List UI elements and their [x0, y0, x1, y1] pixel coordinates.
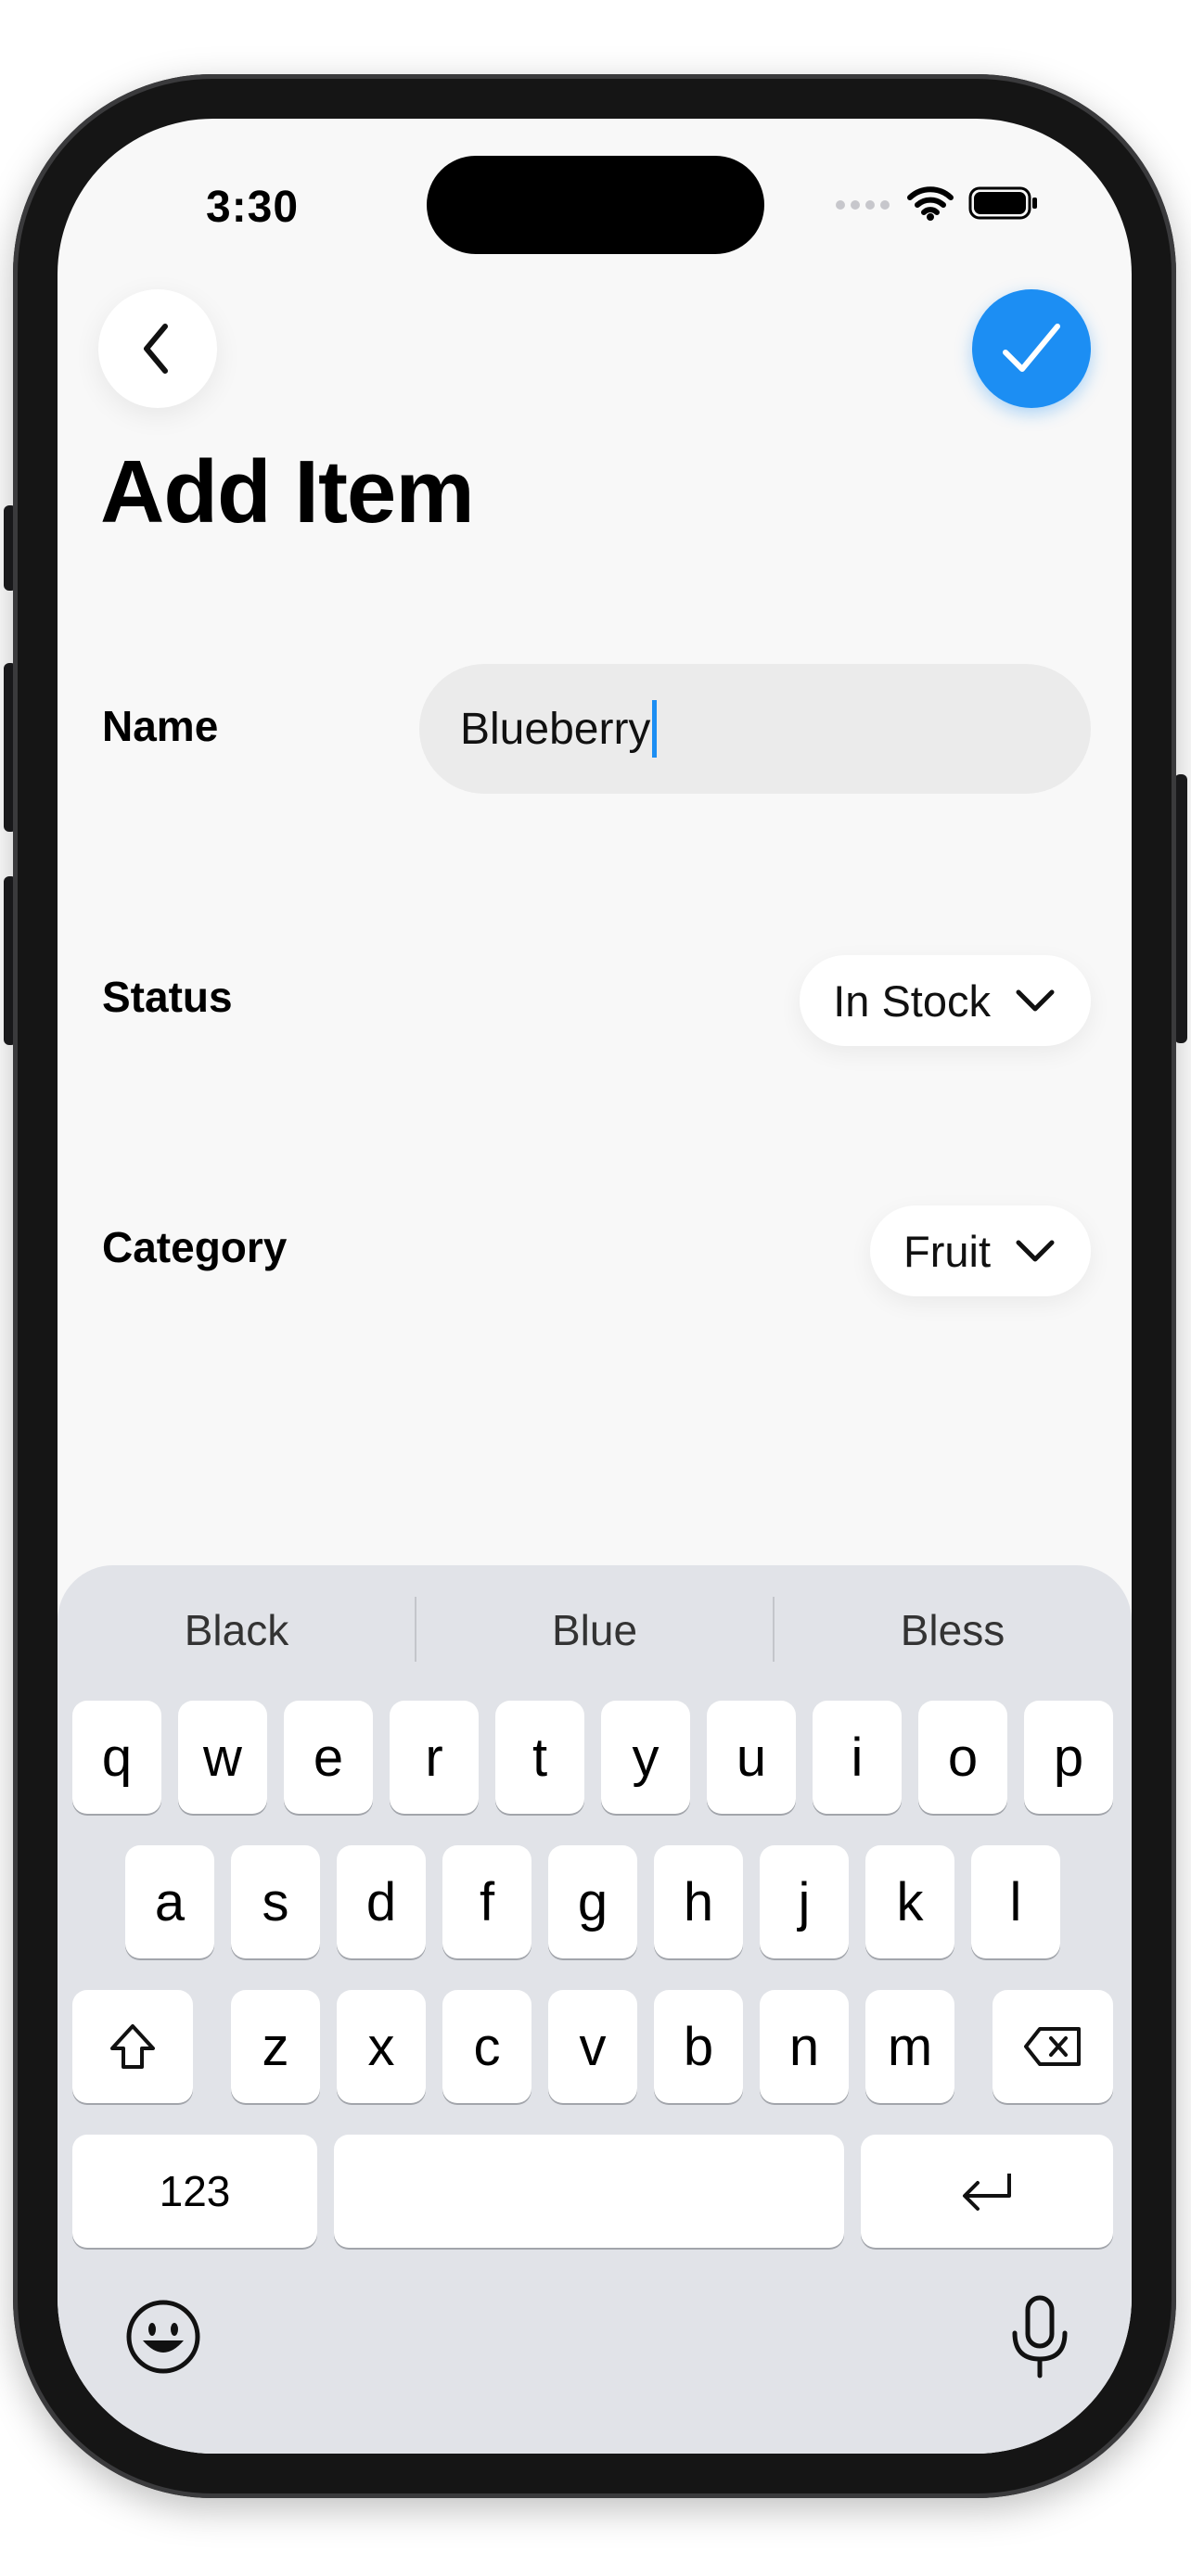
key[interactable]: x: [337, 1990, 426, 2103]
status-time: 3:30: [206, 183, 300, 232]
status-label: Status: [102, 973, 233, 1021]
keyboard: Black Blue Bless q w e r t y u i o p a s…: [58, 1565, 1132, 2454]
delete-key[interactable]: [992, 1990, 1113, 2103]
name-input-value: Blueberry: [460, 704, 651, 754]
key[interactable]: j: [760, 1845, 849, 1958]
chevron-down-icon: [1016, 989, 1055, 1012]
emoji-button[interactable]: [124, 2298, 202, 2376]
key[interactable]: y: [601, 1701, 690, 1814]
category-picker[interactable]: Fruit: [870, 1205, 1091, 1296]
numbers-key[interactable]: 123: [72, 2135, 317, 2248]
key[interactable]: b: [654, 1990, 743, 2103]
key[interactable]: d: [337, 1845, 426, 1958]
return-icon: [963, 2174, 1011, 2211]
key[interactable]: f: [442, 1845, 531, 1958]
name-input[interactable]: Blueberry: [419, 664, 1091, 794]
suggestion-item[interactable]: Bless: [774, 1565, 1132, 1695]
key[interactable]: t: [495, 1701, 584, 1814]
key[interactable]: e: [284, 1701, 373, 1814]
dynamic-island: [427, 156, 764, 254]
screen: 3:30 Add Item Name Blueberry Status In S…: [58, 119, 1132, 2454]
dictation-button[interactable]: [1007, 2294, 1072, 2379]
key[interactable]: o: [918, 1701, 1007, 1814]
key[interactable]: g: [548, 1845, 637, 1958]
suggestion-bar: Black Blue Bless: [58, 1565, 1132, 1695]
shift-key[interactable]: [72, 1990, 193, 2103]
key[interactable]: p: [1024, 1701, 1113, 1814]
phone-frame: 3:30 Add Item Name Blueberry Status In S…: [13, 74, 1176, 2498]
power-button: [1174, 774, 1187, 1043]
key[interactable]: l: [971, 1845, 1060, 1958]
done-button[interactable]: [972, 289, 1091, 408]
key[interactable]: n: [760, 1990, 849, 2103]
key[interactable]: m: [865, 1990, 954, 2103]
suggestion-item[interactable]: Blue: [416, 1565, 774, 1695]
space-key[interactable]: [334, 2135, 844, 2248]
page-title: Add Item: [100, 442, 475, 542]
delete-icon: [1024, 2027, 1081, 2066]
key[interactable]: v: [548, 1990, 637, 2103]
status-picker-value: In Stock: [833, 976, 991, 1026]
key[interactable]: w: [178, 1701, 267, 1814]
key[interactable]: q: [72, 1701, 161, 1814]
category-label: Category: [102, 1223, 288, 1271]
key[interactable]: i: [813, 1701, 902, 1814]
key[interactable]: a: [125, 1845, 214, 1958]
key[interactable]: c: [442, 1990, 531, 2103]
battery-icon: [968, 186, 1037, 220]
wifi-icon: [907, 186, 954, 221]
back-button[interactable]: [98, 289, 217, 408]
shift-icon: [110, 2024, 155, 2069]
status-icons: [835, 185, 1039, 221]
key[interactable]: r: [390, 1701, 479, 1814]
key[interactable]: z: [231, 1990, 320, 2103]
key[interactable]: u: [707, 1701, 796, 1814]
category-picker-value: Fruit: [903, 1226, 991, 1276]
key[interactable]: k: [865, 1845, 954, 1958]
emoji-icon: [126, 2300, 200, 2374]
key[interactable]: s: [231, 1845, 320, 1958]
microphone-icon: [1012, 2295, 1068, 2378]
name-label: Name: [102, 702, 219, 750]
return-key[interactable]: [861, 2135, 1113, 2248]
signal-icon: [836, 200, 890, 210]
status-picker[interactable]: In Stock: [800, 955, 1091, 1046]
key[interactable]: h: [654, 1845, 743, 1958]
suggestion-item[interactable]: Black: [58, 1565, 416, 1695]
chevron-down-icon: [1016, 1240, 1055, 1262]
checkmark-icon: [1003, 324, 1060, 372]
chevron-left-icon: [144, 324, 168, 374]
text-caret: [652, 700, 658, 758]
